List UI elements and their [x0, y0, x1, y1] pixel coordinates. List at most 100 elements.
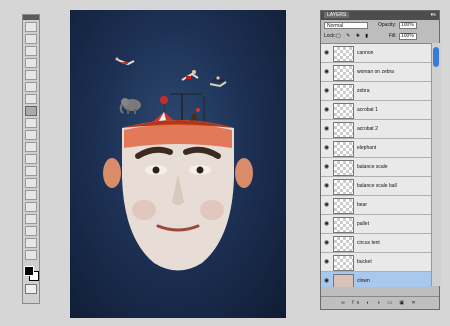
layer-name: acrobat 1 — [357, 107, 378, 113]
layer-name: clown — [357, 278, 370, 284]
layer-name: circus tent — [357, 240, 380, 246]
layer-row[interactable]: ◉ pallet — [321, 215, 431, 234]
visibility-eye-icon[interactable]: ◉ — [324, 50, 329, 56]
layer-row[interactable]: ◉ woman on zebra — [321, 63, 431, 82]
layer-name: woman on zebra — [357, 69, 394, 75]
layer-thumbnail — [333, 198, 354, 214]
layer-name: elephant — [357, 145, 377, 151]
healing-tool-icon[interactable] — [25, 94, 37, 104]
layer-row[interactable]: ◉ cannon — [321, 44, 431, 63]
layer-thumbnail — [333, 236, 354, 252]
layer-row[interactable]: ◉ circus tent — [321, 234, 431, 253]
layer-thumbnail — [333, 65, 354, 81]
blend-row: Normal Opacity: 100% — [321, 20, 439, 31]
visibility-eye-icon[interactable]: ◉ — [324, 145, 329, 151]
lock-icons[interactable]: ▢ ✎ ✚ ▮ — [336, 34, 370, 39]
eyedropper-tool-icon[interactable] — [25, 82, 37, 92]
visibility-eye-icon[interactable]: ◉ — [324, 240, 329, 246]
layer-thumbnail — [333, 160, 354, 176]
layer-row[interactable]: ◉ elephant — [321, 139, 431, 158]
layer-row[interactable]: ◉ zebra — [321, 82, 431, 101]
visibility-eye-icon[interactable]: ◉ — [324, 164, 329, 170]
layer-row[interactable]: ◉ balance scale — [321, 158, 431, 177]
tools-panel-grip[interactable] — [23, 15, 39, 20]
layer-name: acrobat 2 — [357, 126, 378, 132]
layer-row[interactable]: ◉ clown — [321, 272, 431, 287]
visibility-eye-icon[interactable]: ◉ — [324, 107, 329, 113]
layers-panel-titlebar[interactable]: LAYERS ▾≡ — [321, 11, 439, 20]
visibility-eye-icon[interactable]: ◉ — [324, 126, 329, 132]
blend-mode-select[interactable]: Normal — [324, 22, 368, 29]
layer-name: balance scale — [357, 164, 388, 170]
panel-menu-icon[interactable]: ▾≡ — [431, 11, 436, 20]
layers-footer-icons[interactable]: ∞ fx ◐ ◑ ▭ ▣ ✕ — [341, 300, 418, 306]
layer-name: balance scale ball — [357, 183, 397, 189]
visibility-eye-icon[interactable]: ◉ — [324, 278, 329, 284]
layer-thumbnail — [333, 141, 354, 157]
marquee-tool-icon[interactable] — [25, 34, 37, 44]
visibility-eye-icon[interactable]: ◉ — [324, 183, 329, 189]
visibility-eye-icon[interactable]: ◉ — [324, 69, 329, 75]
document-canvas[interactable] — [70, 10, 286, 318]
crop-tool-icon[interactable] — [25, 70, 37, 80]
layers-scrollbar[interactable] — [431, 43, 441, 286]
clown-head — [103, 120, 253, 271]
opacity-field[interactable]: 100% — [399, 22, 417, 29]
blur-tool-icon[interactable] — [25, 166, 37, 176]
dodge-tool-icon[interactable] — [25, 178, 37, 188]
woman-on-zebra-figure — [209, 76, 227, 88]
fill-field[interactable]: 100% — [399, 33, 417, 40]
layer-row[interactable]: ◉ balance scale ball — [321, 177, 431, 196]
clone-tool-icon[interactable] — [25, 118, 37, 128]
layer-name: cannon — [357, 50, 374, 56]
layer-row[interactable]: ◉ bucket — [321, 253, 431, 272]
quick-select-tool-icon[interactable] — [25, 58, 37, 68]
opacity-label: Opacity: — [378, 22, 397, 28]
layer-row[interactable]: ◉ acrobat 2 — [321, 120, 431, 139]
acrobat-1-figure — [115, 57, 135, 66]
pen-tool-icon[interactable] — [25, 190, 37, 200]
history-tool-icon[interactable] — [25, 130, 37, 140]
visibility-eye-icon[interactable]: ◉ — [324, 259, 329, 265]
eraser-tool-icon[interactable] — [25, 142, 37, 152]
quick-mask-button[interactable] — [25, 284, 37, 294]
layer-thumbnail — [333, 84, 354, 100]
fill-label: Fill: — [389, 33, 397, 39]
layer-name: zebra — [357, 88, 370, 94]
lock-row: Lock: ▢ ✎ ✚ ▮ Fill: 100% — [321, 31, 439, 42]
visibility-eye-icon[interactable]: ◉ — [324, 221, 329, 227]
shape-tool-icon[interactable] — [25, 226, 37, 236]
layers-panel: LAYERS ▾≡ Normal Opacity: 100% Lock: ▢ ✎… — [320, 10, 441, 310]
color-swatches[interactable] — [24, 266, 39, 281]
hand-tool-icon[interactable] — [25, 238, 37, 248]
layer-thumbnail — [333, 46, 354, 62]
type-tool-icon[interactable] — [25, 202, 37, 212]
acrobat-2-figure — [181, 70, 199, 81]
lasso-tool-icon[interactable] — [25, 46, 37, 56]
layer-thumbnail — [333, 122, 354, 138]
tools-panel — [22, 14, 40, 304]
path-select-tool-icon[interactable] — [25, 214, 37, 224]
layer-name: bear — [357, 202, 368, 208]
gradient-tool-icon[interactable] — [25, 154, 37, 164]
layer-list: ◉ cannon ◉ woman on zebra ◉ zebra ◉ acrobat 1 ◉ a… — [321, 43, 431, 287]
layers-footer: ∞ fx ◐ ◑ ▭ ▣ ✕ — [321, 296, 439, 309]
layers-scroll-thumb[interactable] — [433, 47, 439, 67]
layer-row[interactable]: ◉ bear — [321, 196, 431, 215]
visibility-eye-icon[interactable]: ◉ — [324, 202, 329, 208]
layer-thumbnail — [333, 255, 354, 271]
lock-label: Lock: — [324, 33, 336, 39]
foreground-color-swatch[interactable] — [24, 266, 34, 276]
brush-tool-icon[interactable] — [25, 106, 37, 116]
move-tool-icon[interactable] — [25, 22, 37, 32]
layer-row[interactable]: ◉ acrobat 1 — [321, 101, 431, 120]
tool-list — [23, 22, 39, 260]
layer-thumbnail — [333, 103, 354, 119]
visibility-eye-icon[interactable]: ◉ — [324, 88, 329, 94]
layer-thumbnail — [333, 179, 354, 195]
layer-thumbnail — [333, 217, 354, 233]
layers-tab[interactable]: LAYERS — [324, 12, 350, 18]
layer-thumbnail — [333, 274, 354, 287]
layer-name: pallet — [357, 221, 369, 227]
zoom-tool-icon[interactable] — [25, 250, 37, 260]
